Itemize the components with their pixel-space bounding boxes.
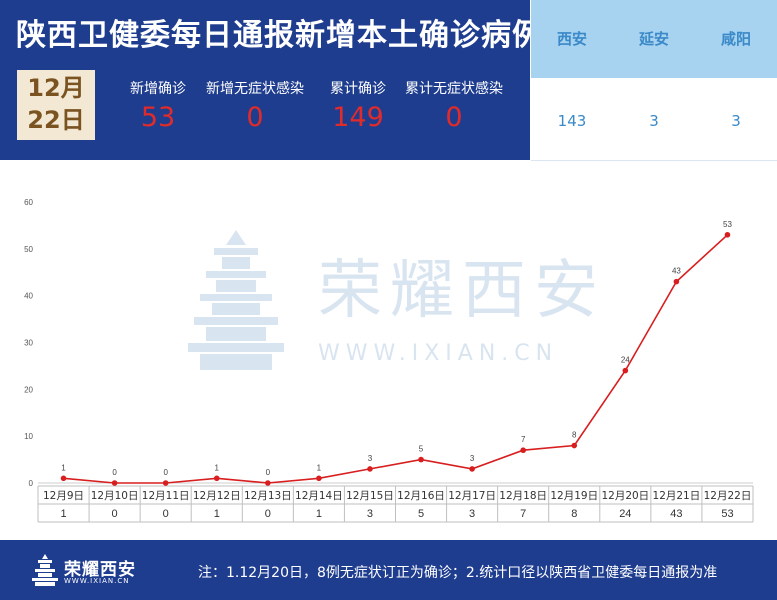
x-category-label: 12月15日 bbox=[346, 490, 394, 502]
data-label: 1 bbox=[317, 463, 322, 472]
date-badge: 12月 22日 bbox=[17, 70, 95, 140]
y-tick-label: 50 bbox=[24, 245, 33, 254]
x-category-label: 12月17日 bbox=[448, 490, 496, 502]
page-title: 陕西卫健委每日通报新增本土确诊病例 bbox=[16, 18, 543, 53]
table-value-cell: 53 bbox=[721, 508, 733, 520]
data-label: 43 bbox=[672, 267, 681, 276]
x-category-label: 12月18日 bbox=[499, 490, 547, 502]
data-label: 1 bbox=[215, 463, 220, 472]
data-table: 12月9日 12月10日 12月11日 12月12日 12月13日 12月14日 12月15… bbox=[37, 485, 754, 523]
stat-label-new-confirmed: 新增确诊 bbox=[130, 81, 186, 97]
data-label: 8 bbox=[572, 431, 577, 440]
watermark-brand: 荣耀西安 bbox=[318, 254, 606, 328]
table-value-cell: 3 bbox=[469, 508, 475, 520]
city-value-yanan: 3 bbox=[649, 112, 659, 130]
x-category-label: 12月10日 bbox=[91, 490, 139, 502]
y-tick-label: 10 bbox=[24, 432, 33, 441]
x-category-label: 12月13日 bbox=[244, 490, 292, 502]
city-table-values: 143 3 3 bbox=[531, 78, 777, 161]
x-category-label: 12月19日 bbox=[550, 490, 598, 502]
data-point bbox=[111, 480, 118, 486]
data-point bbox=[60, 475, 67, 482]
y-tick-label: 20 bbox=[24, 385, 33, 394]
data-label: 53 bbox=[723, 220, 732, 229]
x-category-label: 12月20日 bbox=[601, 490, 649, 502]
data-point bbox=[724, 231, 731, 238]
stat-value-new-asymptomatic: 0 bbox=[246, 102, 264, 133]
data-point bbox=[162, 480, 169, 486]
city-name-xianyang: 咸阳 bbox=[720, 30, 751, 48]
table-value-cell: 1 bbox=[316, 508, 322, 520]
footer-url: WWW.IXIAN.CN bbox=[64, 577, 130, 585]
x-category-label: 12月14日 bbox=[295, 490, 343, 502]
stat-label-total-confirmed: 累计确诊 bbox=[330, 81, 386, 97]
x-category-label: 12月11日 bbox=[142, 490, 190, 502]
data-label: 24 bbox=[621, 356, 630, 365]
footer-bar: 荣耀西安 WWW.IXIAN.CN 注：1.12月20日，8例无症状订正为确诊；… bbox=[0, 540, 777, 600]
x-category-label: 12月9日 bbox=[43, 490, 84, 502]
data-point bbox=[316, 475, 322, 482]
city-name-xian: 西安 bbox=[556, 30, 587, 48]
data-label: 5 bbox=[419, 445, 424, 454]
stat-value-total-confirmed: 149 bbox=[332, 102, 384, 133]
table-value-cell: 0 bbox=[112, 508, 118, 520]
y-tick-label: 60 bbox=[24, 198, 33, 207]
y-tick-label: 0 bbox=[29, 479, 34, 488]
data-label: 0 bbox=[163, 468, 168, 477]
data-point bbox=[520, 447, 526, 454]
data-label: 1 bbox=[61, 463, 66, 472]
stat-label-new-asymptomatic: 新增无症状感染 bbox=[206, 81, 304, 97]
city-name-yanan: 延安 bbox=[638, 30, 669, 48]
city-value-xian: 143 bbox=[557, 112, 587, 130]
table-value-cell: 8 bbox=[571, 508, 577, 520]
watermark: 荣耀西安 WWW.IXIAN.CN bbox=[188, 230, 606, 370]
data-label: 0 bbox=[266, 468, 271, 477]
data-point bbox=[469, 466, 475, 472]
y-tick-label: 30 bbox=[24, 339, 33, 348]
data-point bbox=[213, 475, 220, 482]
pagoda-logo-icon bbox=[32, 554, 58, 586]
table-value-cell: 3 bbox=[367, 508, 373, 520]
pagoda-watermark-icon bbox=[188, 230, 284, 370]
data-point bbox=[418, 456, 424, 463]
y-tick-label: 40 bbox=[24, 292, 33, 301]
city-value-xianyang: 3 bbox=[731, 112, 741, 130]
data-point bbox=[571, 442, 578, 449]
data-point bbox=[367, 466, 373, 472]
table-value-cell: 43 bbox=[670, 508, 682, 520]
x-category-label: 12月22日 bbox=[704, 490, 752, 502]
data-label: 3 bbox=[470, 454, 475, 463]
daily-cases-line-chart: 荣耀西安 WWW.IXIAN.CN 0102030405060 12月9日 12月… bbox=[24, 198, 754, 523]
watermark-url: WWW.IXIAN.CN bbox=[318, 341, 558, 366]
city-table-header: 西安 延安 咸阳 bbox=[531, 0, 777, 78]
data-point bbox=[673, 278, 680, 285]
data-point bbox=[622, 367, 629, 374]
stat-value-total-asymptomatic: 0 bbox=[445, 102, 463, 133]
date-month: 12月 bbox=[27, 74, 85, 102]
header-banner: 陕西卫健委每日通报新增本土确诊病例 12月 22日 新增确诊 53 新增无症状感… bbox=[0, 0, 542, 160]
data-point bbox=[265, 480, 271, 486]
data-label: 0 bbox=[112, 468, 117, 477]
date-day: 22日 bbox=[27, 106, 85, 134]
table-value-cell: 7 bbox=[520, 508, 526, 520]
table-value-cell: 0 bbox=[163, 508, 169, 520]
stat-value-new-confirmed: 53 bbox=[140, 102, 176, 133]
data-label: 7 bbox=[521, 435, 526, 444]
data-label: 3 bbox=[368, 454, 373, 463]
table-value-cell: 1 bbox=[214, 508, 220, 520]
footer-note: 注：1.12月20日，8例无症状订正为确诊；2.统计口径以陕西省卫健委每日通报为… bbox=[198, 565, 718, 581]
table-value-cell: 0 bbox=[265, 508, 271, 520]
stat-label-total-asymptomatic: 累计无症状感染 bbox=[405, 81, 503, 97]
table-value-cell: 24 bbox=[619, 508, 631, 520]
x-category-label: 12月21日 bbox=[653, 490, 701, 502]
table-value-cell: 5 bbox=[418, 508, 424, 520]
x-category-label: 12月16日 bbox=[397, 490, 445, 502]
x-category-label: 12月12日 bbox=[193, 490, 241, 502]
table-value-cell: 1 bbox=[60, 508, 66, 520]
